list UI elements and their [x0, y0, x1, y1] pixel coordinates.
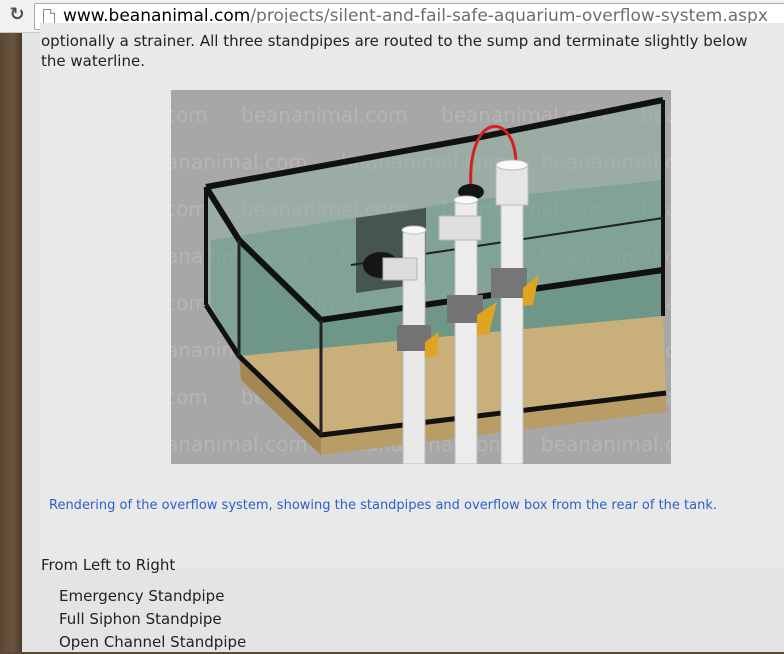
standpipe-list: Emergency Standpipe Full Siphon Standpip… [59, 585, 246, 654]
list-item: Full Siphon Standpipe [59, 610, 222, 628]
watermark-text: beananimal.com [171, 432, 308, 456]
list-item: Emergency Standpipe [59, 587, 225, 605]
overflow-system-rendering: beananimal.com beananimal.com beananimal.c… [171, 90, 671, 464]
left-decorative-bar [0, 33, 22, 652]
list-item: Open Channel Standpipe [59, 633, 247, 651]
section-heading: From Left to Right [41, 556, 176, 574]
reload-icon[interactable]: ↻ [6, 4, 28, 26]
rendering-image: beananimal.com beananimal.com beananimal.c… [171, 97, 671, 464]
watermark-text: beananimal.com [171, 197, 208, 221]
watermark-text: beananimal.com [171, 291, 208, 315]
article-paragraph: optionally a strainer. All three standpi… [41, 32, 748, 70]
page-content: optionally a strainer. All three standpi… [22, 23, 784, 654]
watermark-text: beananimal.com [171, 103, 208, 127]
watermark-text: beananimal.com [541, 432, 671, 456]
watermark-text: beananimal.com [241, 103, 408, 127]
page-icon [43, 9, 55, 24]
watermark-text: beananimal.com [171, 385, 208, 409]
figure-caption: Rendering of the overflow system, showin… [49, 498, 718, 513]
